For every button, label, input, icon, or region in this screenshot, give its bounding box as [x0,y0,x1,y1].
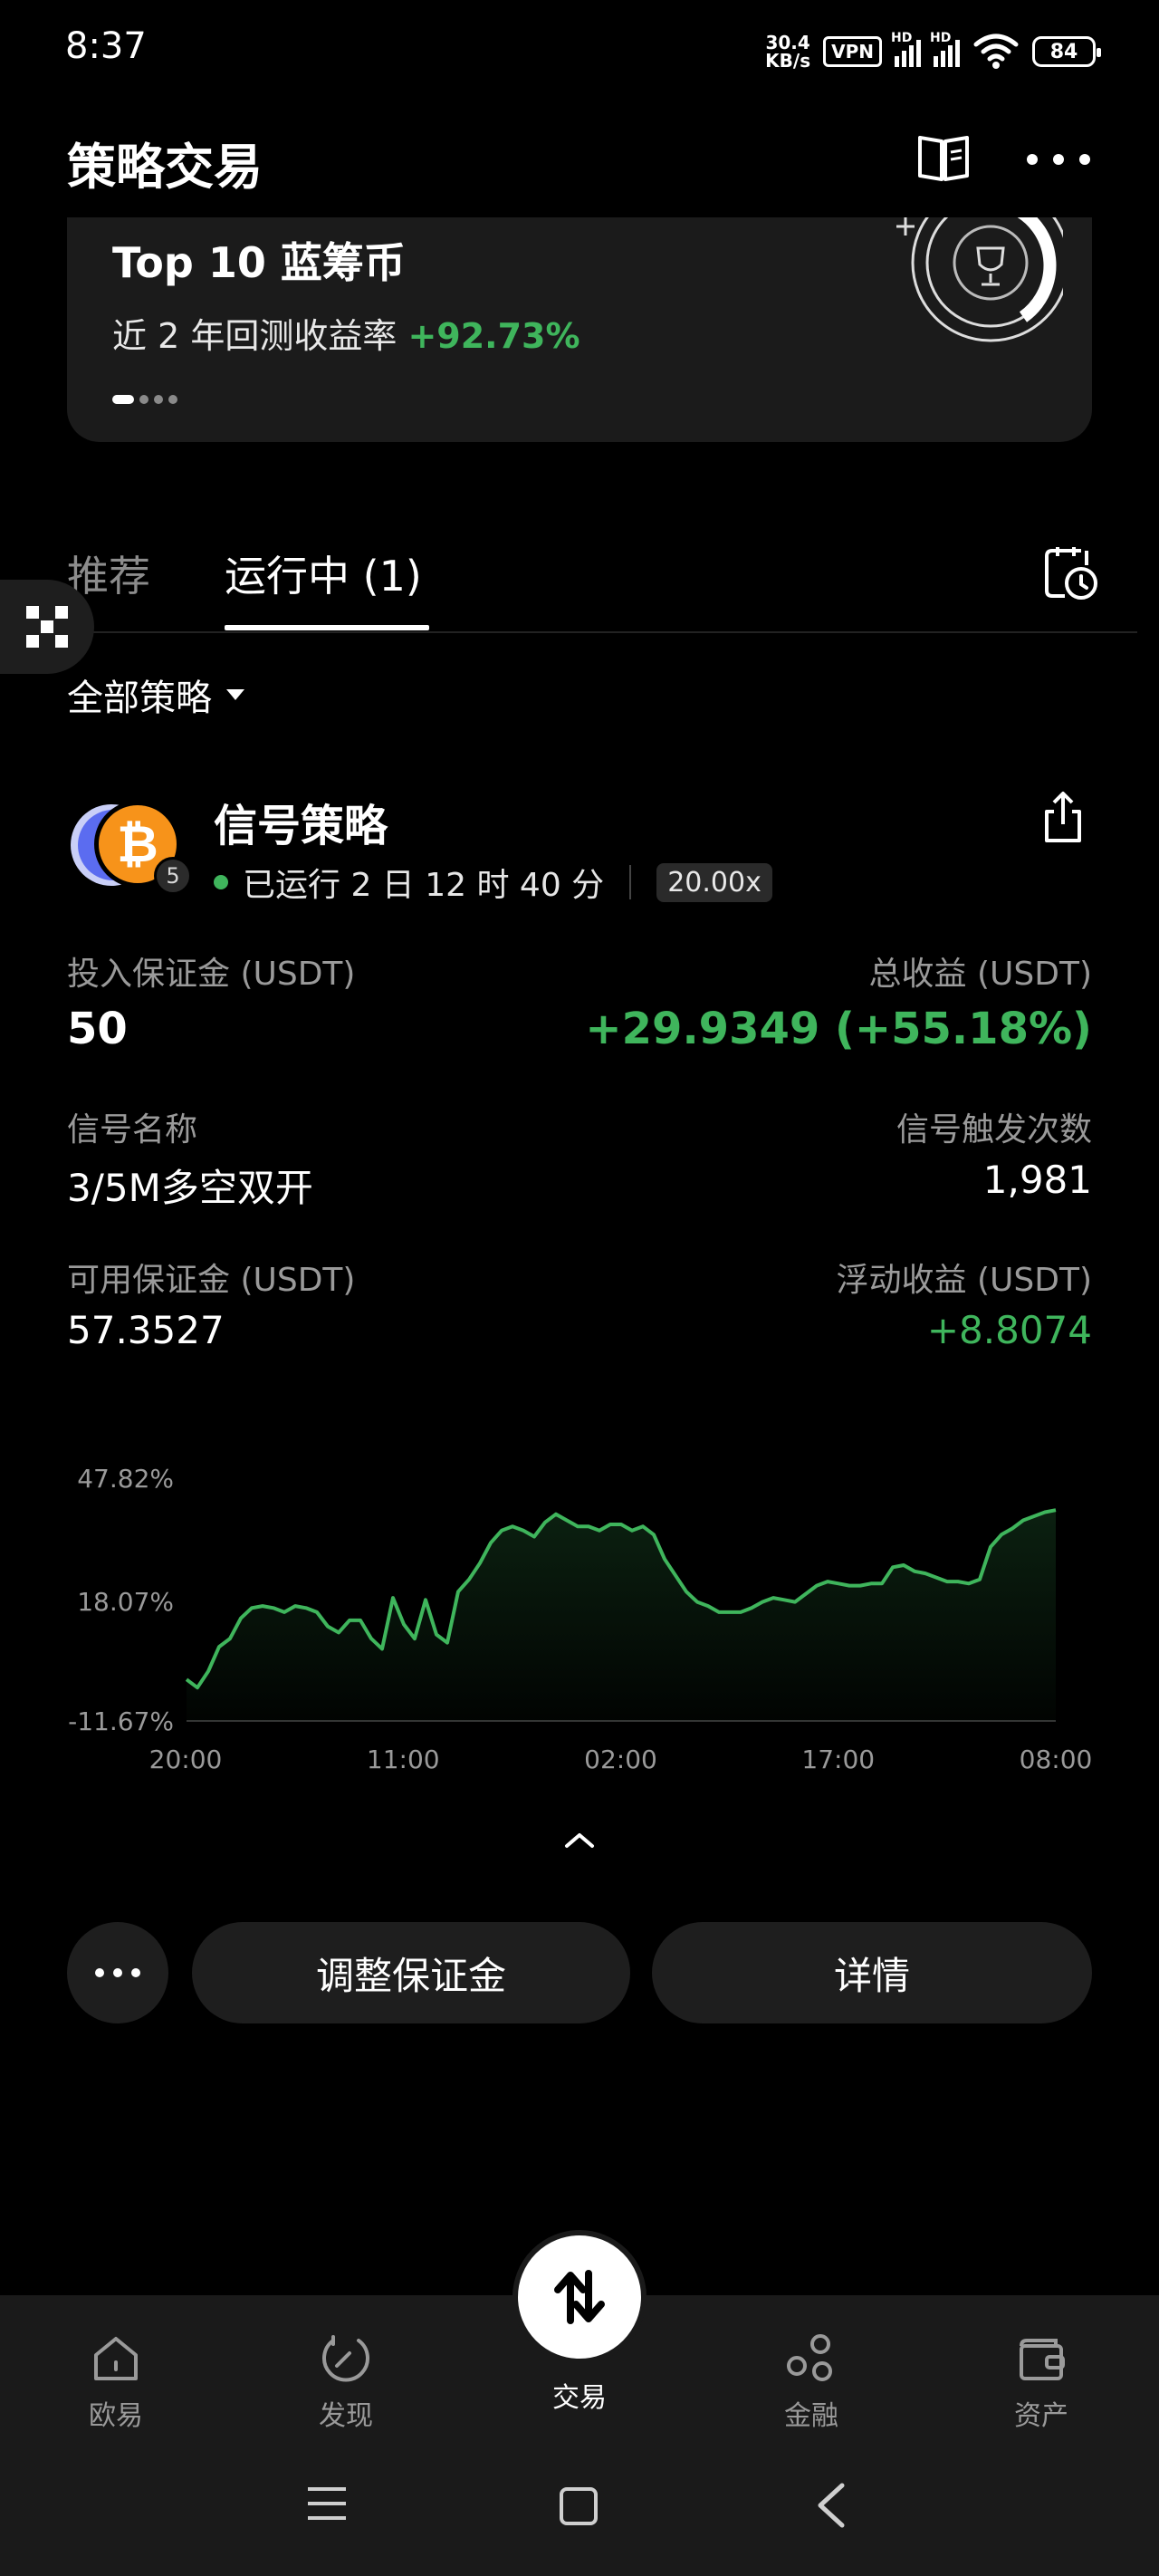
swap-arrows-icon [554,2270,605,2324]
book-icon[interactable] [915,129,972,187]
nav-label: 交易 [552,2382,607,2414]
share-icon[interactable] [1034,788,1092,846]
chart-x-tick-label: 11:00 [367,1745,440,1774]
nav-label: 发现 [319,2400,373,2432]
margin-label: 投入保证金 (USDT) [67,956,356,993]
total-profit-label: 总收益 (USDT) [868,956,1092,993]
chart-x-tick-label: 02:00 [584,1745,657,1774]
signal-hd-label: HD [930,31,952,45]
available-margin-label: 可用保证金 (USDT) [67,1262,356,1299]
active-tab-indicator [225,625,429,630]
signal-icon: HD [930,31,960,67]
page-title: 策略交易 [67,139,263,196]
floating-profit-value: +8.8074 [926,1308,1092,1352]
details-button[interactable]: 详情 [652,1922,1092,2023]
chart-area [187,1510,1056,1721]
vpn-badge: VPN [823,36,882,67]
nav-label: 金融 [784,2400,838,2432]
carousel-indicator [112,395,177,404]
chevron-up-icon[interactable] [560,1821,599,1860]
running-status-dot [214,875,228,889]
system-back-icon[interactable] [815,2482,848,2529]
trade-fab-button[interactable] [512,2230,647,2364]
chart-y-tick-label: 47.82% [77,1464,174,1494]
finance-icon [787,2334,832,2381]
pnl-chart: 47.82% 18.07% -11.67% 20:00 11:00 02:00 17:00… [68,1464,1093,1774]
nav-label: 资产 [1014,2400,1068,2432]
nav-item-assets[interactable]: 资产 [969,2330,1114,2433]
status-indicators: 30.4 KB/s VPN HD HD 84 [765,29,1101,74]
floating-profit-label: 浮动收益 (USDT) [836,1262,1092,1299]
signal-hd-label: HD [891,31,913,45]
nav-item-discover[interactable]: 发现 [273,2330,418,2433]
battery-indicator: 84 [1032,36,1101,67]
nav-item-finance[interactable]: 金融 [739,2330,884,2433]
home-icon [94,2337,138,2380]
caret-down-icon [226,689,244,700]
more-options-icon[interactable] [1027,132,1090,187]
total-profit-value: +29.9349 (+55.18%) [585,1004,1092,1054]
leverage-badge: 20.00x [656,862,772,902]
compass-icon [322,2335,369,2382]
nav-label: 欧易 [89,2400,143,2432]
network-speed: 30.4 KB/s [765,32,811,72]
margin-value: 50 [67,1004,128,1054]
promo-subtitle: 近 2 年回测收益率 +92.73% [112,316,580,356]
chart-x-tick-label: 17:00 [801,1745,875,1774]
chart-x-tick-label: 08:00 [1020,1745,1093,1774]
signal-name-value: 3/5M多空双开 [67,1166,313,1210]
strategy-filter-dropdown[interactable]: 全部策略 [67,668,244,721]
available-margin-value: 57.3527 [67,1308,225,1352]
promo-banner[interactable]: Top 10 蓝筹币 近 2 年回测收益率 +92.73% [67,217,1092,442]
signal-icon: HD [891,31,921,67]
chart-y-tick-label: -11.67% [68,1706,174,1736]
coin-avatar-group: ₿ 5 [67,797,194,897]
nav-item-home[interactable]: 欧易 [43,2330,188,2433]
running-time: 已运行 2 日 12 时 40 分 [243,867,605,904]
more-actions-button[interactable] [67,1922,168,2023]
history-icon[interactable] [1041,543,1099,601]
system-menu-icon[interactable] [306,2485,348,2522]
divider [629,865,632,899]
strategy-name: 信号策略 [214,801,388,851]
status-time: 8:37 [65,25,147,67]
signal-count-value: 1,981 [982,1158,1092,1202]
system-home-icon[interactable] [560,2487,598,2525]
adjust-margin-button[interactable]: 调整保证金 [192,1922,630,2023]
wifi-icon [973,34,1019,69]
filter-label: 全部策略 [67,678,212,719]
promo-title: Top 10 蓝筹币 [112,238,406,287]
okx-logo-icon [26,606,68,648]
promo-return-value: +92.73% [407,316,580,356]
coin-count-badge: 5 [154,857,192,895]
tab-running[interactable]: 运行中 (1) [225,543,422,603]
chart-y-tick-label: 18.07% [77,1587,174,1617]
floating-widget-handle[interactable] [0,580,94,674]
running-status: 已运行 2 日 12 时 40 分 20.00x [214,859,772,906]
signal-count-label: 信号触发次数 [896,1111,1092,1149]
trophy-illustration-icon [896,217,1063,342]
nav-item-trade[interactable]: 交易 [507,2375,652,2415]
wallet-icon [1020,2339,1065,2380]
signal-name-label: 信号名称 [67,1111,198,1149]
tab-divider [0,631,1137,633]
chart-x-tick-label: 20:00 [149,1745,223,1774]
